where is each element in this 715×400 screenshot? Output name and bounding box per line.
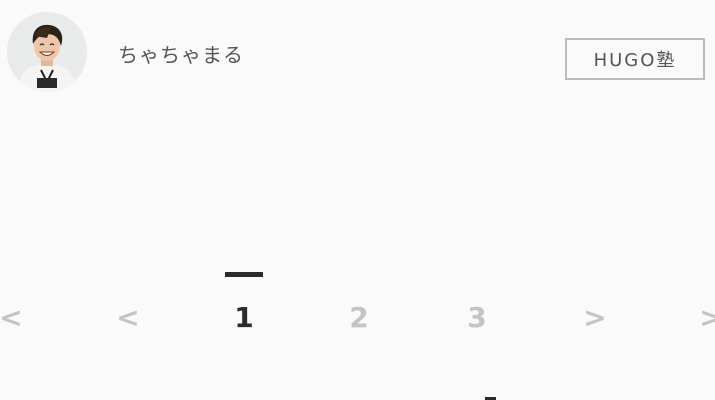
current-page-indicator [225,272,263,277]
pagination-last-button[interactable]: > [699,296,715,340]
hugo-juku-badge-button[interactable]: HUGO塾 [565,38,705,80]
author-avatar[interactable] [7,12,87,92]
pagination-prev-button[interactable]: < [116,296,139,340]
pagination-next-button[interactable]: > [583,296,606,340]
author-name[interactable]: ちゃちゃまる [118,39,244,68]
pagination: < < 1 2 3 > > [0,296,715,340]
page: ちゃちゃまる HUGO塾 < < 1 2 3 > > [0,0,715,400]
pagination-page-3[interactable]: 3 [467,296,486,340]
pagination-page-1[interactable]: 1 [234,296,253,340]
pagination-first-button[interactable]: < [0,296,23,340]
pagination-page-2[interactable]: 2 [349,296,368,340]
avatar-photo-icon [7,12,87,92]
